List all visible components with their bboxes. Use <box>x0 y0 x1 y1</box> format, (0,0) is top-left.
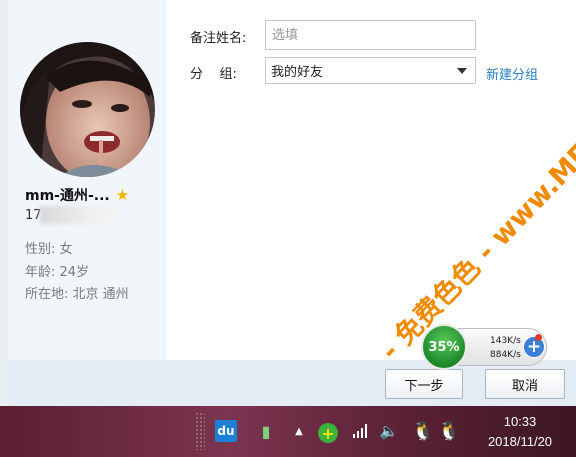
age-line: 年龄: 24岁 <box>25 261 89 280</box>
qq-penguin-icon[interactable]: 🐧 <box>412 420 434 442</box>
group-select[interactable]: 我的好友 <box>265 57 476 84</box>
chevron-down-icon <box>457 68 467 74</box>
star-icon: ★ <box>115 185 130 204</box>
remark-input[interactable] <box>265 20 476 50</box>
dialog-left-edge <box>0 0 8 406</box>
account-redaction <box>40 206 120 224</box>
gender-line: 性别: 女 <box>25 238 73 257</box>
location-line: 所在地: 北京 通州 <box>25 283 129 302</box>
avatar <box>20 42 155 177</box>
volume-icon[interactable]: 🔈 <box>378 420 400 442</box>
age-label: 年龄: <box>25 265 56 280</box>
show-hidden-icons-icon[interactable]: ▲ <box>288 420 310 442</box>
group-select-value: 我的好友 <box>271 65 324 80</box>
nickname-row: mm-通州-... ★ <box>25 185 129 205</box>
gender-label: 性别: <box>25 242 56 257</box>
location-label: 所在地: <box>25 287 69 302</box>
clock-time: 10:33 <box>503 414 537 429</box>
location-value: 北京 通州 <box>72 287 129 302</box>
network-signal-icon[interactable] <box>350 420 372 442</box>
baidu-du-icon[interactable]: du <box>215 420 237 442</box>
clock-date: 2018/11/20 <box>487 434 553 449</box>
gender-value: 女 <box>59 242 73 257</box>
next-button[interactable]: 下一步 <box>385 369 463 399</box>
group-label: 分 组: <box>190 67 237 82</box>
upload-speed: 143K/s <box>490 336 521 346</box>
cancel-button[interactable]: 取消 <box>485 369 565 399</box>
accelerate-plus-icon[interactable]: + <box>523 336 545 358</box>
notification-dot-icon <box>535 334 542 341</box>
network-speed-widget[interactable]: 35% 143K/s 884K/s + <box>421 324 549 370</box>
nickname: mm-通州-... <box>25 188 110 204</box>
taskbar-grip-icon[interactable] <box>195 412 205 450</box>
battery-icon[interactable]: ▮ <box>255 420 277 442</box>
remark-label: 备注姓名: <box>190 31 247 46</box>
download-speed: 884K/s <box>490 350 521 360</box>
qq-penguin-icon-2[interactable]: 🐧 <box>438 420 460 442</box>
taskbar-clock[interactable]: 10:33 2018/11/20 <box>470 412 570 452</box>
new-group-link[interactable]: 新建分组 <box>486 64 538 83</box>
security-plus-icon[interactable]: + <box>318 423 338 443</box>
age-value: 24岁 <box>59 265 90 280</box>
